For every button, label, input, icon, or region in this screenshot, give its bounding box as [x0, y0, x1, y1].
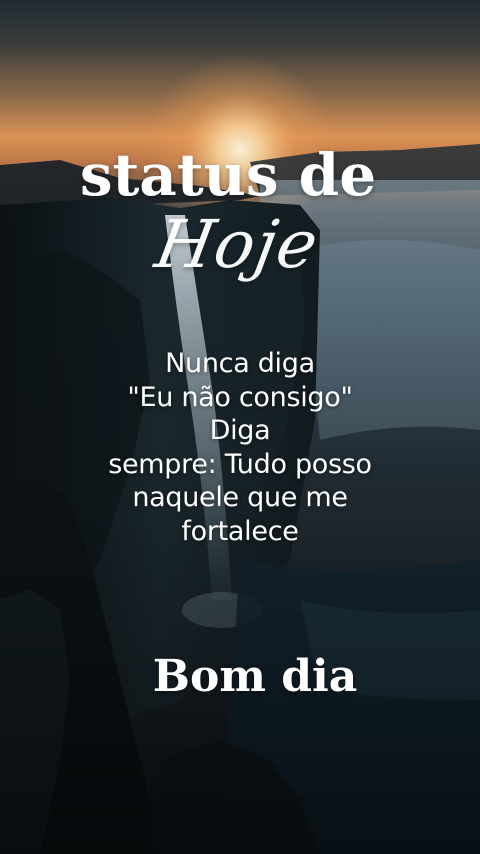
title-status-de: status de [79, 141, 377, 209]
greeting-bom-dia: Bom dia [152, 651, 358, 702]
quote-line: Nunca diga [165, 348, 315, 379]
quote-line: "Eu não consigo" [127, 381, 353, 413]
quote-block: Nunca diga "Eu não consigo" Diga sempre:… [0, 347, 480, 548]
quote-line: naquele que me [132, 482, 348, 513]
title-hoje: Hoje [149, 206, 325, 283]
quote-line: Diga [209, 415, 271, 446]
status-card: status de Hoje Nunca diga "Eu não consig… [0, 0, 480, 854]
quote-line: fortalece [181, 515, 299, 547]
quote-line: sempre: Tudo posso [108, 448, 372, 480]
